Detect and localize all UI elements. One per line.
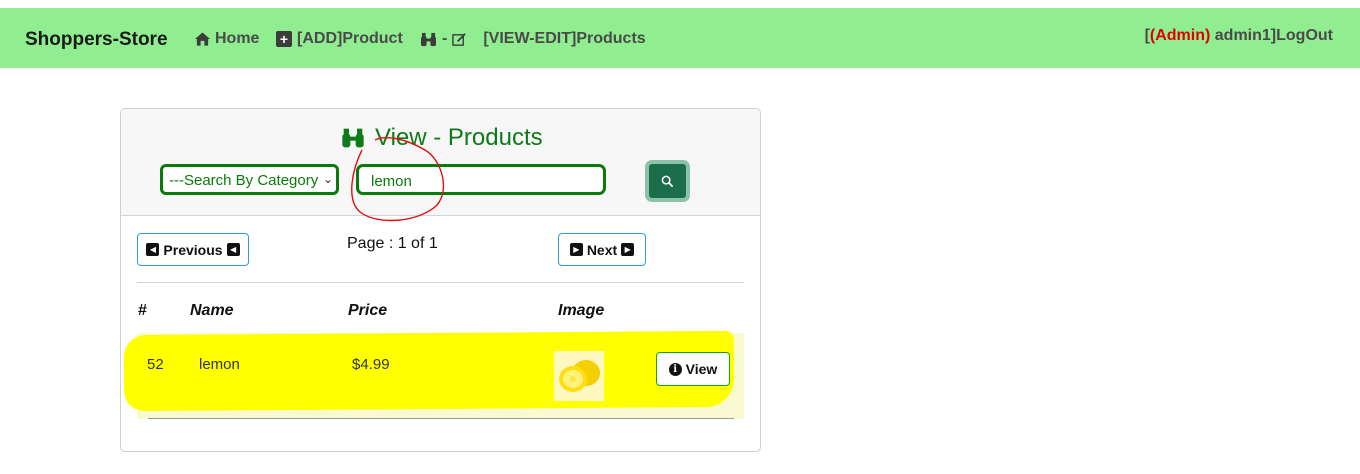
card-header: View - Products ---Search By Category ⌄ … xyxy=(121,109,760,216)
caret-right-icon: ▶ xyxy=(569,243,583,256)
column-header-price: Price xyxy=(348,302,388,319)
chevron-down-icon: ⌄ xyxy=(322,172,333,186)
nav-view-edit-link[interactable]: - [VIEW-EDIT]Products xyxy=(420,30,646,48)
logout-label[interactable]: LogOut xyxy=(1276,27,1333,44)
nav-home-label: Home xyxy=(215,30,260,47)
row-id: 52 xyxy=(147,356,164,373)
page-indicator: Page : 1 of 1 xyxy=(347,235,438,252)
caret-left-icon: ◀ xyxy=(146,243,160,256)
dash-separator: - xyxy=(442,30,448,47)
home-icon xyxy=(195,32,210,46)
row-divider xyxy=(148,418,734,419)
nav-view-edit-label: [VIEW-EDIT]Products xyxy=(483,30,646,47)
search-button[interactable] xyxy=(645,160,690,202)
edit-icon xyxy=(452,32,467,46)
view-products-card: View - Products ---Search By Category ⌄ … xyxy=(120,108,761,452)
previous-label: Previous xyxy=(163,241,223,258)
caret-left-icon: ◀ xyxy=(226,243,240,256)
previous-page-button[interactable]: ◀ Previous ◀ xyxy=(137,233,249,266)
category-select-value: ---Search By Category xyxy=(169,172,319,189)
top-navbar: Shoppers-Store Home + [ADD]Product - [VI… xyxy=(0,8,1360,68)
column-header-name: Name xyxy=(190,302,234,319)
user-role: (Admin) xyxy=(1149,27,1211,44)
nav-add-product-label: [ADD]Product xyxy=(297,30,403,47)
binoculars-icon xyxy=(342,128,364,148)
page-title: View - Products xyxy=(341,124,543,152)
row-name: lemon xyxy=(199,356,240,373)
search-input[interactable]: lemon xyxy=(356,164,606,195)
next-page-button[interactable]: ▶ Next ▶ xyxy=(558,233,646,266)
search-icon xyxy=(661,175,674,187)
user-name: admin1] xyxy=(1210,27,1277,44)
product-image xyxy=(554,351,604,401)
next-label: Next xyxy=(586,241,618,258)
binoculars-icon xyxy=(421,32,436,46)
nav-add-product-link[interactable]: + [ADD]Product xyxy=(276,30,403,48)
divider xyxy=(137,282,744,283)
caret-right-icon: ▶ xyxy=(621,243,635,256)
nav-home-link[interactable]: Home xyxy=(195,30,259,48)
plus-square-icon: + xyxy=(276,31,292,47)
view-label: View xyxy=(685,361,718,377)
column-header-id: # xyxy=(138,302,147,319)
column-header-image: Image xyxy=(558,302,605,319)
category-select[interactable]: ---Search By Category ⌄ xyxy=(160,164,339,195)
brand-logo[interactable]: Shoppers-Store xyxy=(25,29,168,51)
row-price: $4.99 xyxy=(352,356,390,373)
user-logout-link[interactable]: [(Admin) admin1]LogOut xyxy=(1145,27,1333,45)
view-button[interactable]: i View xyxy=(656,352,730,386)
info-circle-icon: i xyxy=(668,362,682,376)
page-title-text: View - Products xyxy=(375,124,543,151)
